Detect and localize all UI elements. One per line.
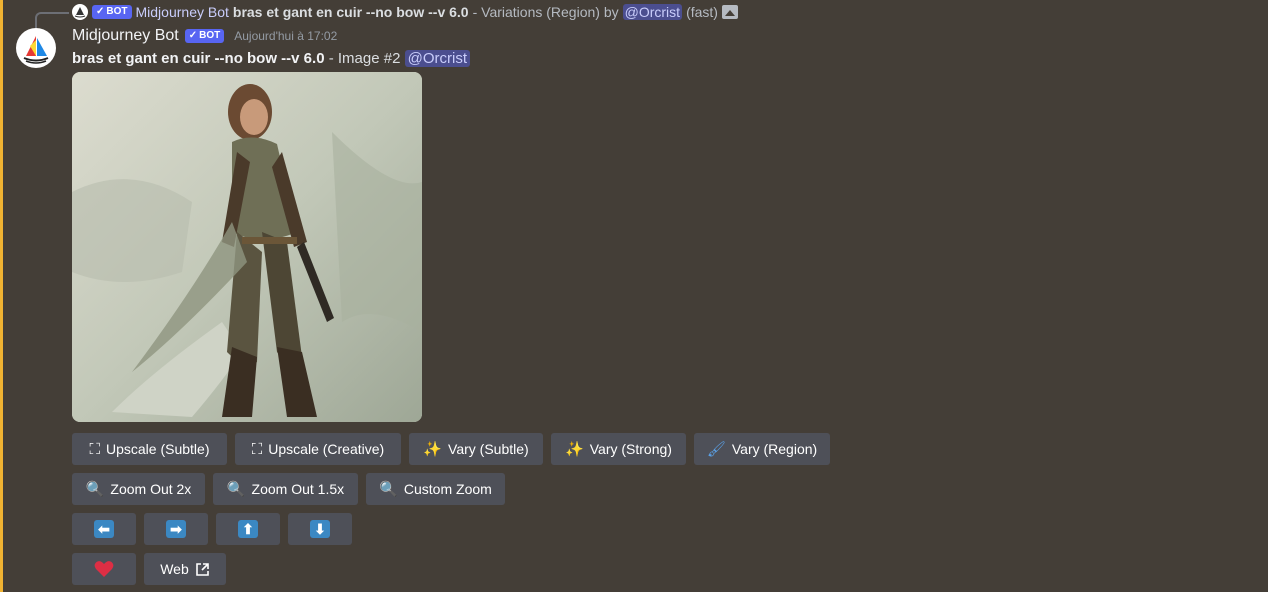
bot-badge: ✓ BOT [92,5,132,19]
reply-mention[interactable]: @Orcrist [622,4,683,20]
message-author[interactable]: Midjourney Bot [72,27,179,45]
vary-region-button[interactable]: 🖌 Vary (Region) [694,433,830,465]
message-prompt: bras et gant en cuir --no bow --v 6.0 [72,50,325,67]
magic-wand-icon: ✨ [565,440,584,458]
reply-suffix: - Variations (Region) by [472,4,619,20]
magic-wand-icon: ✨ [423,440,443,458]
expand-icon: ⛶ [251,440,263,458]
expand-icon: ⛶ [89,440,100,458]
reply-connector [35,12,69,28]
message-timestamp: Aujourd'hui à 17:02 [234,29,338,43]
image-icon [721,5,738,19]
custom-zoom-button[interactable]: 🔍 Custom Zoom [366,473,505,505]
arrow-left-icon: ⬅ [94,520,114,538]
zoom-out-1-5x-button[interactable]: 🔍 Zoom Out 1.5x [213,473,358,505]
message-header: Midjourney Bot ✓ BOT Aujourd'hui à 17:02 [72,27,337,45]
pan-right-button[interactable]: ➡ [144,513,208,545]
bot-avatar[interactable] [16,28,56,68]
message-content: bras et gant en cuir --no bow --v 6.0 - … [72,50,470,67]
favorite-button[interactable] [72,553,136,585]
magnifier-icon: 🔍 [85,480,105,498]
zoom-out-2x-button[interactable]: 🔍 Zoom Out 2x [72,473,205,505]
image-label: - Image #2 [328,50,401,67]
pan-row: ⬅ ➡ ⬆ ⬇ [72,513,352,545]
pan-down-button[interactable]: ⬇ [288,513,352,545]
bot-mini-avatar[interactable] [72,4,88,20]
arrow-down-icon: ⬇ [310,520,330,538]
action-row-1: ⛶ Upscale (Subtle) ⛶ Upscale (Creative) … [72,433,830,465]
generated-image[interactable] [72,72,422,422]
highlight-bar [0,0,3,592]
message-mention[interactable]: @Orcrist [404,50,470,67]
reply-author[interactable]: Midjourney Bot [136,4,229,20]
reply-preview[interactable]: ✓ BOT Midjourney Bot bras et gant en cuir… [72,3,738,21]
arrow-up-icon: ⬆ [238,520,258,538]
check-icon: ✓ [96,6,105,17]
check-icon: ✓ [188,30,198,41]
external-link-icon [195,562,209,576]
magnifier-icon: 🔍 [379,480,398,498]
magnifier-icon: 🔍 [226,480,246,498]
extra-row: Web [72,553,226,585]
web-link-button[interactable]: Web [144,553,226,585]
upscale-creative-button[interactable]: ⛶ Upscale (Creative) [235,433,401,465]
vary-strong-button[interactable]: ✨ Vary (Strong) [551,433,686,465]
reply-prompt: bras et gant en cuir --no bow --v 6.0 [232,4,469,20]
heart-icon [94,561,114,577]
pan-left-button[interactable]: ⬅ [72,513,136,545]
bot-badge: ✓ BOT [184,29,225,43]
upscale-subtle-button[interactable]: ⛶ Upscale (Subtle) [72,433,227,465]
reply-speed: (fast) [686,4,718,20]
action-row-2: 🔍 Zoom Out 2x 🔍 Zoom Out 1.5x 🔍 Custom Z… [72,473,505,505]
pan-up-button[interactable]: ⬆ [216,513,280,545]
vary-subtle-button[interactable]: ✨ Vary (Subtle) [409,433,543,465]
arrow-right-icon: ➡ [166,520,186,538]
paintbrush-icon: 🖌 [706,440,726,458]
